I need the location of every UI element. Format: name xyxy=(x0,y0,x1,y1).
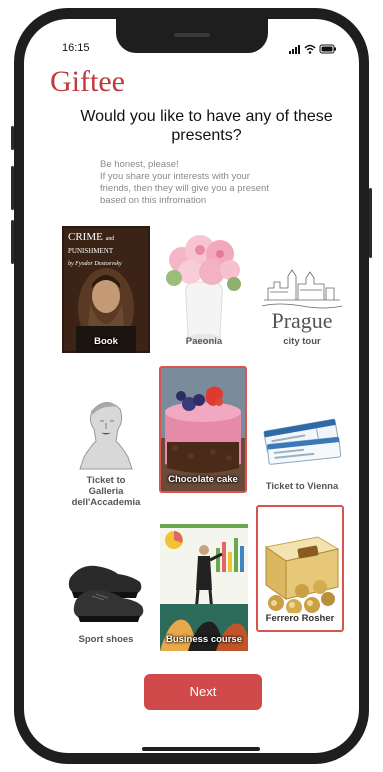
cake-image xyxy=(161,368,245,491)
status-time: 16:15 xyxy=(62,42,90,54)
presentation-image xyxy=(160,524,248,651)
battery-icon xyxy=(319,44,336,54)
prague-skyline xyxy=(261,269,343,309)
shoes-image xyxy=(68,565,144,622)
wifi-icon xyxy=(304,44,316,54)
app-logo: Giftee xyxy=(50,65,125,98)
gift-tile-book[interactable]: CRIME and PUNISHMENT by Fyodor Dostoevsk… xyxy=(62,226,150,353)
gift-tile-paeonia[interactable]: Paeonia xyxy=(160,226,248,353)
plane-ticket-image xyxy=(263,418,342,465)
gift-tile-chocolate-cake[interactable]: Chocolate cake xyxy=(159,366,247,493)
hint-line: If you share your interests with your xyxy=(100,171,250,182)
gift-tile-sport-shoes[interactable]: Sport shoes xyxy=(62,524,150,651)
gift-label: Business course xyxy=(165,634,243,645)
volume-up-button xyxy=(11,166,14,210)
chocolate-shavings xyxy=(167,442,239,473)
hint-line: based on this infromation xyxy=(100,195,207,206)
ferrero-box-image xyxy=(264,536,340,615)
gift-tile-vienna-ticket[interactable]: Ticket to Vienna xyxy=(258,385,346,512)
next-button[interactable]: Next xyxy=(144,674,262,710)
gift-tile-business-course[interactable]: Business course xyxy=(160,524,248,651)
gift-label: Ticket to Vienna xyxy=(265,481,339,492)
prague-wordmark: Prague xyxy=(271,308,333,333)
volume-down-button xyxy=(11,220,14,264)
gift-tile-galleria-ticket[interactable]: Ticket to Galleria dell'Accademia xyxy=(62,385,150,512)
gift-label: Chocolate cake xyxy=(168,474,238,485)
notch xyxy=(116,19,268,53)
hint-text: Be honest, please! If you share your int… xyxy=(100,159,330,207)
question-heading: Would you like to have any of these pres… xyxy=(80,108,333,144)
book-cover-title: CRIME and PUNISHMENT by Fyodor Dostoevsk… xyxy=(68,232,122,270)
gift-label-line: Galleria xyxy=(88,486,124,497)
home-indicator[interactable] xyxy=(142,747,260,751)
hint-line: Be honest, please! xyxy=(100,159,179,170)
paeonia-image xyxy=(166,235,241,344)
power-button xyxy=(369,188,372,258)
gift-label: Ferrero Rosher xyxy=(258,613,342,624)
gift-tile-ferrero-rocher[interactable]: Ferrero Rosher xyxy=(256,505,344,632)
silent-switch xyxy=(11,126,14,150)
book-cover-title-line: PUNISHMENT xyxy=(68,247,114,255)
gift-label: city tour xyxy=(283,336,321,347)
gift-label: Sport shoes xyxy=(78,634,134,645)
phone-screen: 16:15 Giftee Would you like to have any … xyxy=(24,19,359,753)
gift-label-line: Ticket to xyxy=(86,475,126,486)
book-cover-title-and: and xyxy=(105,236,115,242)
signal-icon xyxy=(289,45,300,54)
gift-label: Ticket to Galleria dell'Accademia xyxy=(62,475,150,508)
hint-line: friends, then they will give you a prese… xyxy=(100,183,269,194)
speaker xyxy=(174,33,210,37)
gift-label: Book xyxy=(94,336,118,347)
book-cover-title-line: CRIME xyxy=(68,231,103,243)
gift-label-line: dell'Accademia xyxy=(71,497,141,508)
gift-tile-city-tour[interactable]: Prague city tour xyxy=(258,226,346,353)
gift-label: Paeonia xyxy=(185,336,223,347)
status-icons xyxy=(289,42,337,54)
book-cover-author: by Fyodor Dostoevsky xyxy=(68,261,122,267)
